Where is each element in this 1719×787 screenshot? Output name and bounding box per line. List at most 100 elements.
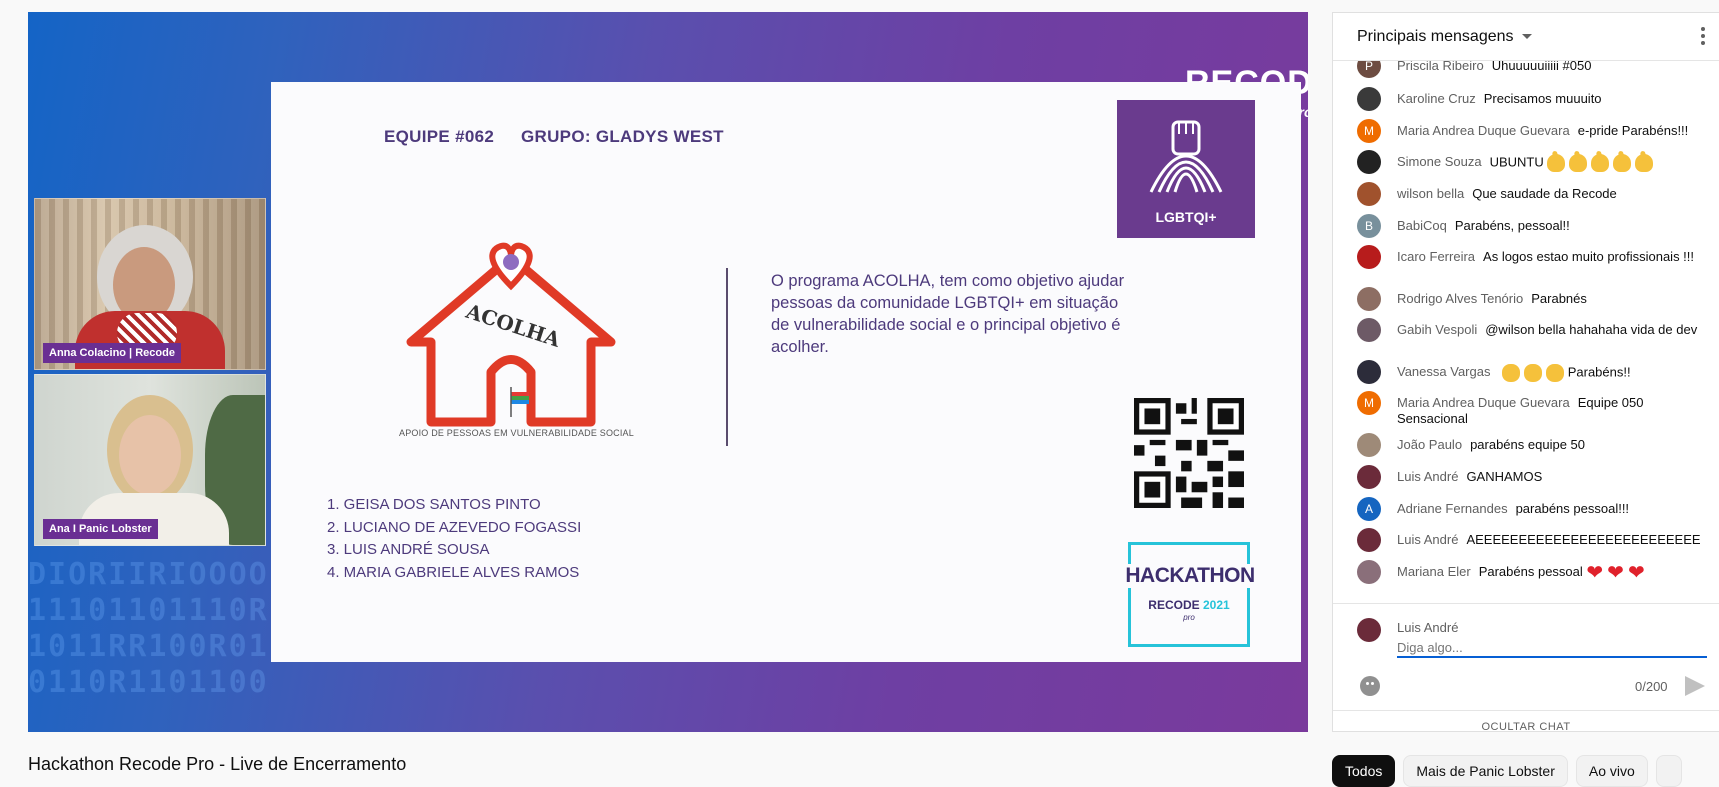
avatar	[1357, 182, 1381, 206]
send-icon[interactable]	[1685, 676, 1705, 696]
chat-input[interactable]	[1397, 638, 1707, 658]
video-player[interactable]: DIORIIRIOOOO 11101101110R 1011RR100R01 0…	[28, 12, 1308, 732]
chat-author[interactable]: Gabih Vespoli	[1397, 322, 1477, 337]
character-counter: 0/200	[1635, 679, 1668, 694]
chat-message: M Maria Andrea Duque Guevara Equipe 050 S…	[1357, 391, 1709, 427]
live-chat-panel: Principais mensagens P Priscila Ribeiro U…	[1332, 12, 1719, 732]
chevron-down-icon[interactable]	[1521, 34, 1532, 39]
team-member: 1. GEISA DOS SANTOS PINTO	[327, 496, 541, 513]
team-members-list: 1. GEISA DOS SANTOS PINTO 2. LUCIANO DE …	[327, 494, 581, 584]
chat-message: Karoline Cruz Precisamos muuuito	[1357, 87, 1709, 111]
waving-hands-emoji-row	[1502, 364, 1565, 382]
avatar	[1357, 560, 1381, 584]
team-member: 4. MARIA GABRIELE ALVES RAMOS	[327, 563, 580, 581]
avatar	[1357, 618, 1381, 642]
hearts-emoji-row: ❤ ❤ ❤	[1586, 561, 1645, 584]
participant-video-1: Anna Colacino | Recode	[34, 198, 266, 370]
avatar	[1357, 433, 1381, 457]
chat-author[interactable]: João Paulo	[1397, 437, 1462, 452]
chat-author[interactable]: Maria Andrea Duque Guevara	[1397, 395, 1570, 410]
slide-description: O programa ACOLHA, tem como objetivo aju…	[771, 272, 1125, 356]
chat-author[interactable]: Mariana Eler	[1397, 564, 1471, 579]
chat-author[interactable]: BabiCoq	[1397, 218, 1447, 233]
chat-author[interactable]: Maria Andrea Duque Guevara	[1397, 123, 1570, 138]
recommendation-chips: Todos Mais de Panic Lobster Ao vivo	[1332, 755, 1682, 787]
chat-message: Simone Souza UBUNTU	[1357, 150, 1709, 174]
chat-message: Mariana Eler Parabéns pessoal ❤ ❤ ❤	[1357, 560, 1709, 584]
chat-compose: Luis André 0/200 OCULTAR CHAT	[1333, 603, 1719, 731]
avatar	[1357, 465, 1381, 489]
presentation-slide: EQUIPE #062 GRUPO: GLADYS WEST ACOLHA AP…	[271, 82, 1301, 662]
avatar	[1357, 87, 1381, 111]
participant-name-label: Anna Colacino | Recode	[43, 343, 181, 363]
chat-text: Parabéns, pessoal!!	[1454, 218, 1570, 233]
avatar	[1357, 245, 1381, 269]
slide-group: GRUPO: GLADYS WEST	[521, 127, 724, 146]
chat-text: Parabnés	[1531, 291, 1587, 306]
chip-more-from-channel[interactable]: Mais de Panic Lobster	[1403, 755, 1568, 787]
lgbtqi-badge: LGBTQI+	[1117, 100, 1255, 238]
slide-divider	[726, 268, 728, 446]
chat-author[interactable]: wilson bella	[1397, 186, 1464, 201]
chat-author[interactable]: Luis André	[1397, 532, 1458, 547]
chat-messages[interactable]: P Priscila Ribeiro Uhuuuuuiiiii #050 Karo…	[1333, 61, 1719, 603]
chat-message: Icaro Ferreira As logos estao muito profi…	[1357, 245, 1709, 269]
avatar: A	[1357, 497, 1381, 521]
chat-text: AEEEEEEEEEEEEEEEEEEEEEEEEEE	[1466, 532, 1701, 547]
chip-overflow[interactable]	[1655, 755, 1682, 787]
participant-video-2: Ana I Panic Lobster	[34, 374, 266, 546]
chat-text: Que saudade da Recode	[1472, 186, 1617, 201]
chat-text: @wilson bella hahahaha vida de dev	[1485, 322, 1698, 337]
emoji-picker-icon[interactable]	[1360, 676, 1380, 696]
chat-message: João Paulo parabéns equipe 50	[1357, 433, 1709, 457]
chat-text: parabéns equipe 50	[1470, 437, 1585, 452]
hackathon-logo-pro: pro	[1183, 613, 1195, 622]
chat-text: Precisamos muuuito	[1483, 91, 1602, 106]
chat-header: Principais mensagens	[1333, 13, 1719, 61]
hide-chat-button[interactable]: OCULTAR CHAT	[1333, 710, 1719, 731]
chat-message: B BabiCoq Parabéns, pessoal!!	[1357, 214, 1709, 238]
avatar: P	[1357, 61, 1381, 78]
chat-author[interactable]: Icaro Ferreira	[1397, 249, 1475, 264]
chat-text: As logos estao muito profissionais !!!	[1483, 249, 1695, 264]
chat-message: A Adriane Fernandes parabéns pessoal!!!	[1357, 497, 1709, 521]
more-options-icon[interactable]	[1701, 27, 1705, 48]
chat-message: Luis André GANHAMOS	[1357, 465, 1709, 489]
team-member: 3. LUIS ANDRÉ SOUSA	[327, 541, 490, 558]
chat-author[interactable]: Adriane Fernandes	[1397, 501, 1508, 516]
slide-team: EQUIPE #062	[384, 127, 495, 146]
avatar: B	[1357, 214, 1381, 238]
chat-author[interactable]: Luis André	[1397, 469, 1458, 484]
avatar	[1357, 318, 1381, 342]
team-member: 2. LUCIANO DE AZEVEDO FOGASSI	[327, 518, 582, 536]
chip-live[interactable]: Ao vivo	[1575, 755, 1648, 787]
hackathon-logo-title: HACKATHON	[1120, 564, 1260, 588]
chat-text: GANHAMOS	[1466, 469, 1543, 484]
chat-text: Parabéns pessoal	[1478, 564, 1583, 579]
chat-text: UBUNTU	[1489, 154, 1544, 170]
chat-author[interactable]: Vanessa Vargas	[1397, 364, 1490, 379]
hackathon-logo-frame	[1128, 542, 1250, 647]
qr-code[interactable]	[1134, 398, 1244, 508]
participant-name-label: Ana I Panic Lobster	[43, 519, 158, 539]
acolha-logo: ACOLHA	[406, 242, 616, 427]
logo-caption: APOIO DE PESSOAS EM VULNERABILIDADE SOCI…	[399, 428, 634, 438]
avatar	[1357, 528, 1381, 552]
chat-author[interactable]: Simone Souza	[1397, 154, 1482, 169]
avatar	[1357, 150, 1381, 174]
chat-author[interactable]: Rodrigo Alves Tenório	[1397, 291, 1523, 306]
chip-all[interactable]: Todos	[1332, 755, 1396, 787]
fingers-crossed-emoji-row	[1547, 154, 1654, 172]
chat-text: e-pride Parabéns!!!	[1577, 123, 1689, 138]
chat-message: Gabih Vespoli @wilson bella hahahaha vida…	[1357, 318, 1709, 342]
chat-text: Parabéns!!	[1567, 364, 1631, 380]
avatar	[1357, 360, 1381, 384]
badge-label: LGBTQI+	[1155, 209, 1217, 225]
chat-message: Vanessa Vargas Parabéns!!	[1357, 360, 1709, 384]
chat-author[interactable]: Karoline Cruz	[1397, 91, 1476, 106]
chat-text: parabéns pessoal!!!	[1515, 501, 1630, 516]
hackathon-logo-subtitle: RECODE 2021	[1148, 598, 1230, 612]
binary-background: DIORIIRIOOOO 11101101110R 1011RR100R01 0…	[28, 557, 268, 700]
chat-mode-selector[interactable]: Principais mensagens	[1357, 28, 1514, 46]
chat-author[interactable]: Priscila Ribeiro	[1397, 61, 1484, 73]
